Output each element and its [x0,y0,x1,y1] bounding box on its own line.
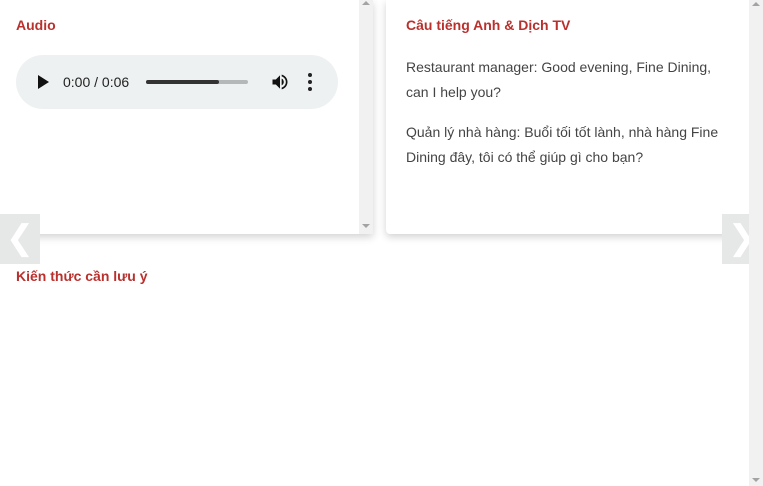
page-scroll-up-icon[interactable] [752,2,760,6]
prev-slide-button[interactable]: ❮ [0,214,40,264]
english-sentence: Restaurant manager: Good evening, Fine D… [406,59,712,100]
scroll-down-icon[interactable] [362,224,370,228]
page-scrollbar[interactable] [749,0,763,486]
current-time: 0:00 [63,74,91,90]
audio-card-scrollbar[interactable] [359,0,373,234]
audio-card-title: Audio [16,17,56,33]
time-display: 0:00 / 0:06 [63,74,129,90]
seek-bar-progress [146,80,220,84]
volume-icon[interactable] [270,72,290,92]
audio-player: 0:00 / 0:06 [16,55,338,109]
chevron-left-icon: ❮ [5,219,35,257]
more-vertical-icon[interactable] [306,72,314,92]
audio-card: Audio 0:00 / 0:06 [0,0,373,234]
translation-card-title: Câu tiếng Anh & Dịch TV [406,17,571,33]
notes-section-title: Kiến thức cần lưu ý [16,268,148,284]
seek-bar[interactable] [146,80,248,84]
duration: 0:06 [101,74,130,90]
page-scroll-down-icon[interactable] [752,478,760,482]
scroll-up-icon[interactable] [362,1,370,5]
translation-card: Câu tiếng Anh & Dịch TV Restaurant manag… [386,0,749,234]
vietnamese-translation: Quản lý nhà hàng: Buổi tối tốt lành, nhà… [406,124,719,165]
play-icon[interactable] [38,75,49,89]
time-separator: / [90,74,102,90]
